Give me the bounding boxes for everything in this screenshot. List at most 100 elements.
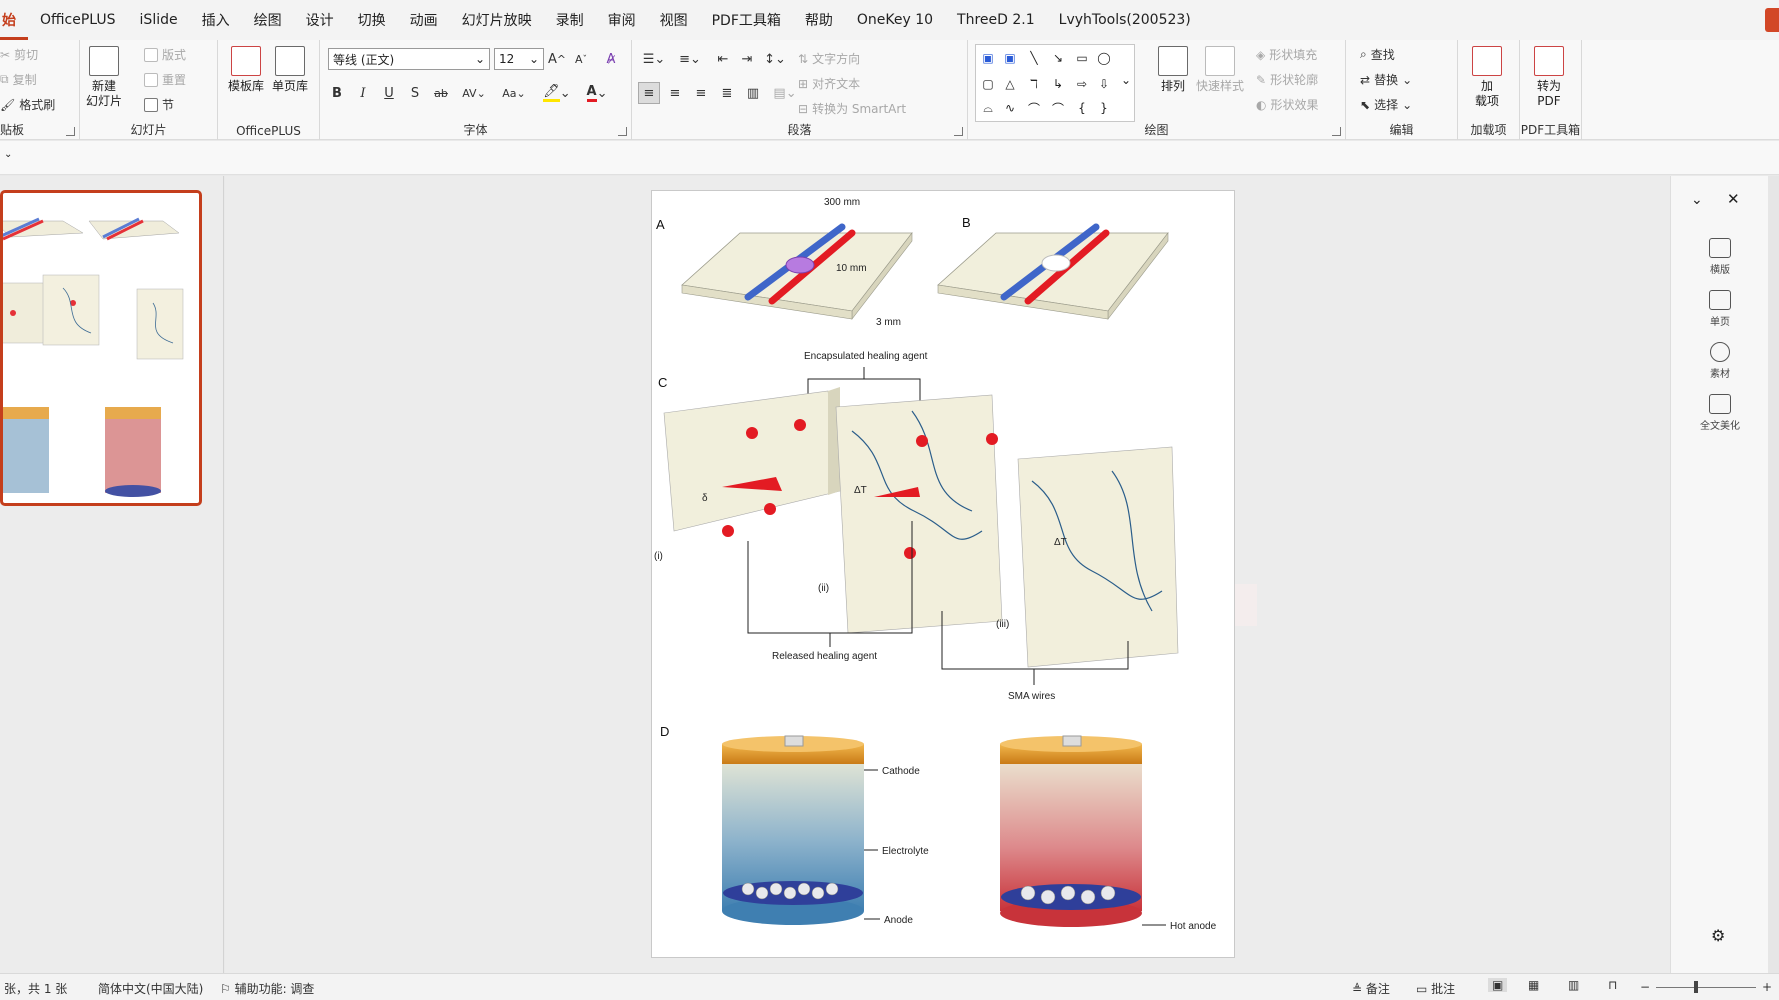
down-arrow-icon[interactable]: ⇩ — [1094, 75, 1114, 93]
font-color-icon[interactable]: A ⌄ — [582, 82, 612, 104]
font-size-dropdown[interactable]: 12 ⌄ — [494, 48, 544, 70]
slide[interactable]: A 300 mm 10 mm 3 mm B C Encapsulated hea… — [651, 190, 1235, 958]
quick-styles-button[interactable]: 快速样式 — [1196, 46, 1244, 94]
right-brace-icon[interactable]: } — [1094, 99, 1114, 117]
text-direction-button[interactable]: ⇅ 文字方向 — [798, 50, 860, 67]
language-indicator[interactable]: 简体中文(中国大陆) — [98, 980, 203, 997]
slide-sorter-icon[interactable]: ▦ — [1528, 978, 1539, 992]
align-text-button[interactable]: ⊞ 对齐文本 — [798, 75, 860, 92]
freeform-icon[interactable]: ⌓ — [978, 99, 998, 117]
comments-button[interactable]: ▭ 批注 — [1416, 980, 1455, 997]
side-item-landscape[interactable]: 横版 — [1671, 238, 1769, 276]
zoom-slider[interactable] — [1656, 981, 1756, 993]
clear-format-icon[interactable]: A̷ — [600, 48, 622, 70]
tab-transitions[interactable]: 切换 — [346, 0, 398, 40]
accessibility-indicator[interactable]: ⚐ 辅助功能: 调查 — [220, 980, 314, 997]
underline-button[interactable]: U — [378, 82, 400, 104]
vertical-scrollbar[interactable] — [1768, 176, 1779, 973]
justify-icon[interactable]: ≣ — [716, 82, 738, 104]
tab-home[interactable]: 始 — [0, 0, 28, 40]
highlight-color-icon[interactable]: 🖊 ⌄ — [542, 82, 572, 104]
chevron-down-icon[interactable]: ⌄ — [1691, 192, 1703, 208]
increase-indent-icon[interactable]: ⇥ — [736, 48, 758, 70]
elbow-arrow-icon[interactable]: ↳ — [1048, 75, 1068, 93]
find-button[interactable]: ⌕ 查找 — [1360, 46, 1395, 63]
dialog-launcher-icon[interactable] — [1332, 127, 1341, 136]
tab-threed[interactable]: ThreeD 2.1 — [945, 0, 1047, 40]
gallery-more-icon[interactable]: ⌄ — [1116, 71, 1136, 89]
tab-draw[interactable]: 绘图 — [242, 0, 294, 40]
new-slide-button[interactable]: 新建 幻灯片 — [86, 46, 122, 109]
reset-button[interactable]: 重置 — [144, 71, 186, 88]
cut-button[interactable]: ✂ 剪切 — [0, 46, 38, 63]
zoom-slider-thumb[interactable] — [1694, 981, 1698, 993]
tab-animations[interactable]: 动画 — [398, 0, 450, 40]
line-spacing-icon[interactable]: ↕⌄ — [760, 48, 790, 70]
triangle-icon[interactable]: △ — [1000, 75, 1020, 93]
side-item-single[interactable]: 单页 — [1671, 290, 1769, 328]
scribble-icon[interactable]: ∿ — [1000, 99, 1020, 117]
arrange-button[interactable]: 排列 — [1158, 46, 1188, 94]
tab-help[interactable]: 帮助 — [793, 0, 845, 40]
shape-outline-button[interactable]: ✎ 形状轮廓 — [1256, 71, 1318, 88]
decrease-indent-icon[interactable]: ⇤ — [712, 48, 734, 70]
normal-view-icon[interactable]: ▣ — [1488, 978, 1508, 992]
convert-smartart-button[interactable]: ⊟ 转换为 SmartArt — [798, 100, 906, 117]
elbow-connector-icon[interactable]: ℸ — [1024, 75, 1044, 93]
shape-fill-button[interactable]: ◈ 形状填充 — [1256, 46, 1317, 63]
tab-review[interactable]: 审阅 — [596, 0, 648, 40]
copy-button[interactable]: ⧉ 复制 — [0, 71, 37, 88]
left-brace-icon[interactable]: { — [1072, 99, 1092, 117]
arc-icon[interactable]: ⌒ — [1024, 99, 1044, 117]
tab-onekey[interactable]: OneKey 10 — [845, 0, 945, 40]
reading-view-icon[interactable]: ▥ — [1568, 978, 1579, 992]
dialog-launcher-icon[interactable] — [618, 127, 627, 136]
arrow-line-icon[interactable]: ↘ — [1048, 49, 1068, 67]
rectangle-icon[interactable]: ▭ — [1072, 49, 1092, 67]
vertical-textbox-icon[interactable]: ▣ — [1000, 49, 1020, 67]
tab-slideshow[interactable]: 幻灯片放映 — [450, 0, 544, 40]
grow-font-button[interactable]: A ^ — [546, 48, 568, 70]
single-page-library-button[interactable]: 单页库 — [272, 46, 308, 94]
strikethrough-button[interactable]: ab — [430, 82, 452, 104]
slide-thumbnail[interactable] — [0, 190, 202, 506]
line-icon[interactable]: ╲ — [1024, 49, 1044, 67]
oval-icon[interactable]: ◯ — [1094, 49, 1114, 67]
dialog-launcher-icon[interactable] — [954, 127, 963, 136]
tab-pdf-tools[interactable]: PDF工具箱 — [700, 0, 793, 40]
tab-view[interactable]: 视图 — [648, 0, 700, 40]
shadow-button[interactable]: S — [404, 82, 426, 104]
bold-button[interactable]: B — [326, 82, 348, 104]
char-spacing-button[interactable]: AV ⌄ — [458, 82, 490, 104]
tab-design[interactable]: 设计 — [294, 0, 346, 40]
tab-officeplus[interactable]: OfficePLUS — [28, 0, 128, 40]
gear-icon[interactable]: ⚙ — [1711, 926, 1725, 945]
section-button[interactable]: 节 — [144, 96, 174, 113]
zoom-out-button[interactable]: − — [1640, 980, 1650, 994]
curve-icon[interactable]: ⌒ — [1048, 99, 1068, 117]
rounded-rect-icon[interactable]: ▢ — [978, 75, 998, 93]
notes-button[interactable]: ≜ 备注 — [1352, 980, 1390, 997]
zoom-in-button[interactable]: + — [1762, 980, 1772, 994]
slideshow-icon[interactable]: ⊓ — [1608, 978, 1617, 992]
distribute-icon[interactable]: ▥ — [742, 82, 764, 104]
change-case-button[interactable]: Aa ⌄ — [498, 82, 530, 104]
bullets-icon[interactable]: ☰⌄ — [638, 48, 670, 70]
tab-insert[interactable]: 插入 — [190, 0, 242, 40]
tab-islide[interactable]: iSlide — [128, 0, 190, 40]
side-item-beautify[interactable]: 全文美化 — [1671, 394, 1769, 432]
align-left-icon[interactable]: ≡ — [638, 82, 660, 104]
columns-icon[interactable]: ▤⌄ — [770, 82, 800, 104]
replace-button[interactable]: ⇄ 替换 ⌄ — [1360, 71, 1412, 88]
textbox-icon[interactable]: ▣ — [978, 49, 998, 67]
template-library-button[interactable]: 模板库 — [228, 46, 264, 94]
tab-lvyhtools[interactable]: LvyhTools(200523) — [1047, 0, 1203, 40]
tab-record[interactable]: 录制 — [544, 0, 596, 40]
align-right-icon[interactable]: ≡ — [690, 82, 712, 104]
close-icon[interactable]: ✕ — [1727, 190, 1740, 208]
layout-button[interactable]: 版式 — [144, 46, 186, 63]
font-name-dropdown[interactable]: 等线 (正文) ⌄ — [328, 48, 490, 70]
numbering-icon[interactable]: ≡⌄ — [674, 48, 706, 70]
dialog-launcher-icon[interactable] — [66, 127, 75, 136]
format-painter-button[interactable]: 🖌 格式刷 — [0, 96, 55, 113]
